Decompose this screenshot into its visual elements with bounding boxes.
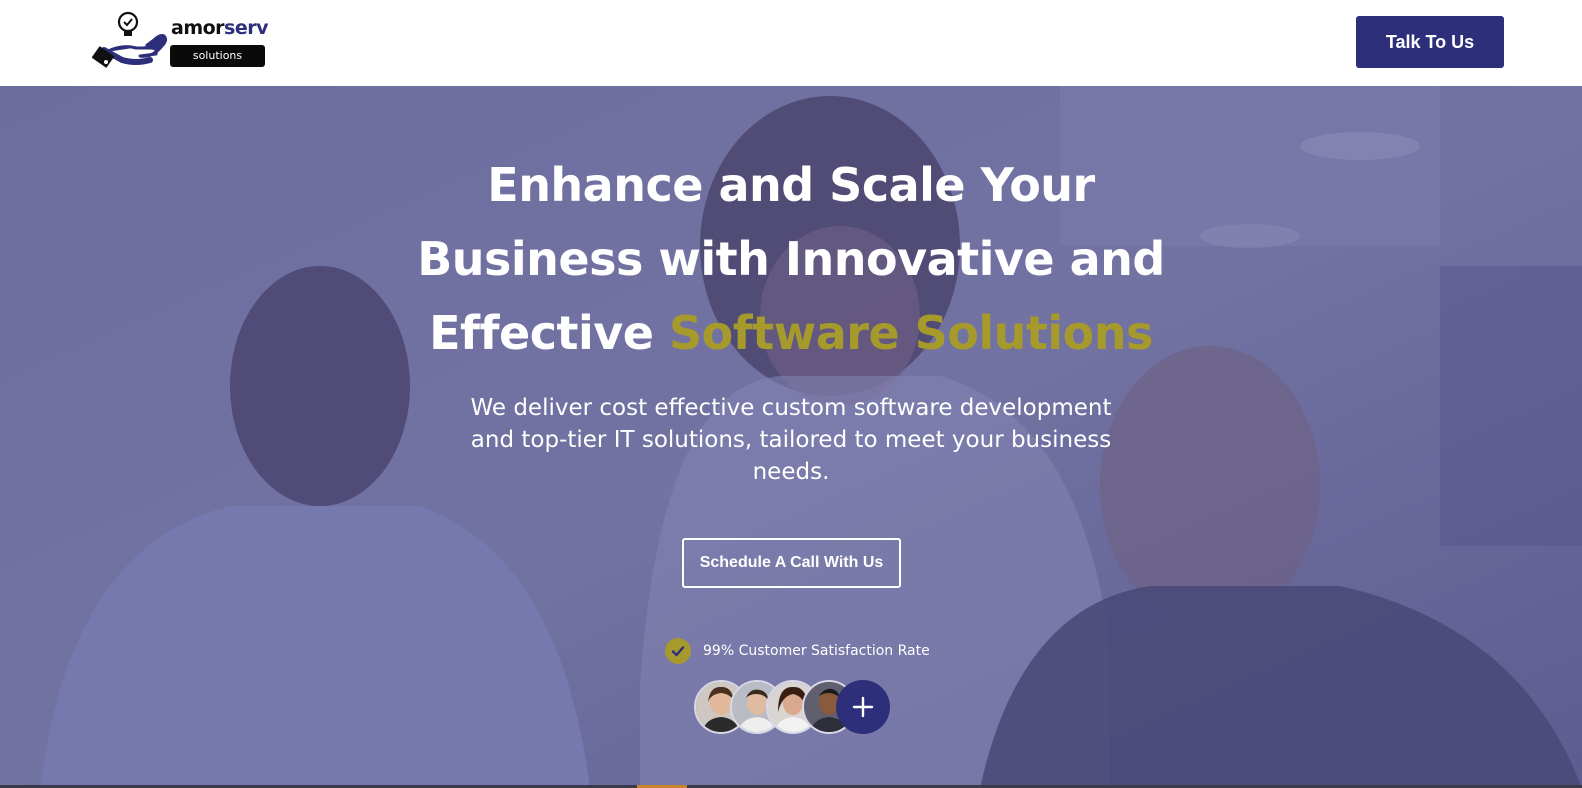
site-header: amorserv solutions Talk To Us <box>0 0 1582 86</box>
headline-line-1: Enhance and Scale Your <box>487 158 1095 212</box>
schedule-call-button[interactable]: Schedule A Call With Us <box>682 538 901 588</box>
logo-word-main: amor <box>171 17 225 39</box>
headline-accent: Software Solutions <box>668 306 1153 360</box>
hero-section: Enhance and Scale Your Business with Inn… <box>0 86 1582 788</box>
satisfaction-row: 99% Customer Satisfaction Rate <box>665 638 930 664</box>
logo-hand-bulb-icon <box>92 11 168 68</box>
satisfaction-text: 99% Customer Satisfaction Rate <box>703 643 930 659</box>
plus-icon <box>852 696 874 718</box>
talk-to-us-button[interactable]: Talk To Us <box>1356 16 1504 68</box>
headline-line-3: Effective <box>429 306 669 360</box>
more-customers-button[interactable] <box>836 680 890 734</box>
check-icon <box>665 638 691 664</box>
hero-headline: Enhance and Scale Your Business with Inn… <box>330 148 1252 370</box>
headline-line-2: Business with Innovative and <box>417 232 1165 286</box>
logo-word-accent: serv <box>224 17 268 39</box>
logo-wordmark: amorserv <box>171 17 268 39</box>
logo-tagline: solutions <box>170 45 265 67</box>
hero-subtext: We deliver cost effective custom softwar… <box>470 395 1112 485</box>
brand-logo[interactable]: amorserv solutions <box>92 10 268 72</box>
